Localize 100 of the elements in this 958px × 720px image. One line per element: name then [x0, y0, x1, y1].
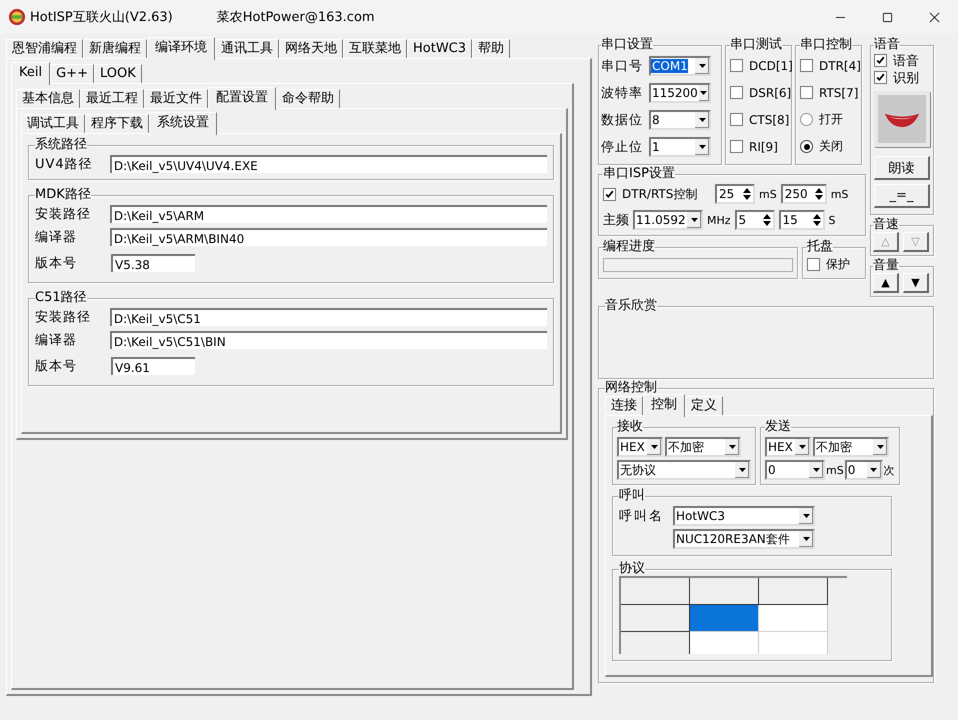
- checkbox[interactable]: RTS[7]: [800, 79, 859, 106]
- app-logo-icon: [8, 8, 26, 26]
- caret-icon: [728, 445, 736, 449]
- dropdown[interactable]: COM1: [649, 56, 711, 76]
- volume-button[interactable]: ▲: [873, 273, 899, 293]
- checkbox[interactable]: RI[9]: [730, 133, 789, 160]
- checkbox[interactable]: DTR[4]: [800, 52, 859, 79]
- dropdown[interactable]: HEX: [617, 437, 663, 457]
- group-title: 系统路径: [35, 138, 87, 152]
- caret-icon: [802, 537, 810, 541]
- dropdown[interactable]: 0: [765, 460, 825, 480]
- group-title: 网络控制: [605, 381, 657, 395]
- tab[interactable]: Keil: [11, 62, 50, 85]
- checkbox[interactable]: 识别: [874, 69, 930, 86]
- tab[interactable]: 连接: [605, 396, 643, 415]
- field-label: 数据位: [601, 112, 644, 128]
- tab[interactable]: 定义: [685, 396, 723, 415]
- spin-arrows-icon: [762, 214, 771, 226]
- caret-icon: [650, 445, 658, 449]
- tab[interactable]: 控制: [643, 394, 685, 417]
- dropdown[interactable]: 8: [649, 110, 711, 130]
- dropdown[interactable]: 11.0592: [633, 210, 703, 230]
- picture-button[interactable]: [874, 91, 930, 147]
- field-label: 主频: [603, 212, 629, 229]
- dropdown[interactable]: HotWC3: [673, 506, 815, 526]
- unit-label: 次: [884, 462, 895, 478]
- caret-icon: [698, 144, 706, 148]
- radio-button[interactable]: 打开: [800, 106, 859, 133]
- group-title: 音量: [873, 259, 899, 273]
- tab[interactable]: 编译环境: [147, 37, 215, 60]
- group-title: 协议: [619, 562, 645, 576]
- dropdown[interactable]: 不加密: [813, 437, 889, 457]
- path-field[interactable]: D:\Keil_v5\C51: [110, 308, 547, 326]
- checkbox[interactable]: CTS[8]: [730, 106, 789, 133]
- group-title: 呼叫: [619, 489, 645, 503]
- checkbox[interactable]: DSR[6]: [730, 79, 789, 106]
- field-label: 波特率: [601, 84, 644, 102]
- checkbox[interactable]: 保护: [807, 254, 861, 274]
- path-field[interactable]: D:\Keil_v5\ARM\BIN40: [110, 228, 547, 246]
- voice-button[interactable]: 朗读: [874, 156, 930, 180]
- group-title: 串口设置: [601, 38, 653, 52]
- window-subtitle: 菜农HotPower@163.com: [216, 9, 375, 26]
- check-icon: [875, 55, 886, 66]
- tab[interactable]: 新唐编程: [83, 39, 147, 58]
- path-field[interactable]: D:\Keil_v5\C51\BIN: [110, 330, 547, 348]
- caret-icon: [698, 64, 706, 68]
- unit-label: mS: [826, 464, 844, 476]
- spin-box[interactable]: 250: [780, 184, 827, 204]
- tab[interactable]: 最近工程: [80, 89, 144, 108]
- tab[interactable]: 通讯工具: [215, 39, 279, 58]
- spin-box[interactable]: 25: [715, 184, 755, 204]
- tab[interactable]: HotWC3: [407, 39, 472, 58]
- field-label: 呼叫名: [619, 508, 665, 525]
- tab[interactable]: 最近文件: [144, 89, 208, 108]
- dropdown[interactable]: 0: [844, 460, 883, 480]
- tab[interactable]: 程序下载: [85, 114, 149, 133]
- checkbox[interactable]: 语音: [874, 52, 930, 69]
- dropdown[interactable]: HEX: [765, 437, 811, 457]
- caret-icon: [802, 514, 810, 518]
- caret-icon: [812, 468, 820, 472]
- field-label: 安装路径: [35, 206, 92, 222]
- dropdown[interactable]: 无协议: [617, 460, 751, 480]
- field-label: 版本号: [35, 255, 78, 272]
- tab[interactable]: LOOK: [94, 64, 142, 83]
- tab[interactable]: 网络天地: [279, 39, 343, 58]
- dropdown[interactable]: 115200: [649, 82, 711, 102]
- group-title: 音速: [873, 218, 899, 232]
- field-label: 安装路径: [35, 308, 92, 326]
- field-label: UV4路径: [35, 156, 94, 172]
- path-field[interactable]: D:\Keil_v5\UV4\UV4.EXE: [110, 154, 547, 172]
- tab[interactable]: 互联菜地: [343, 39, 407, 58]
- caret-icon: [876, 445, 884, 449]
- field-label: 串口号: [601, 58, 644, 74]
- tab[interactable]: 基本信息: [16, 89, 80, 108]
- tab[interactable]: 配置设置: [208, 87, 276, 110]
- tab[interactable]: 调试工具: [21, 114, 85, 133]
- tab[interactable]: 恩智浦编程: [6, 39, 83, 58]
- grid-cell[interactable]: [759, 578, 828, 605]
- grid-cell[interactable]: [690, 578, 759, 605]
- grid-cell[interactable]: [621, 605, 690, 632]
- grid-cell[interactable]: [621, 578, 690, 605]
- tab[interactable]: 命令帮助: [276, 89, 340, 108]
- dropdown[interactable]: NUC120RE3AN套件: [673, 529, 815, 549]
- group-title: 编程进度: [603, 240, 655, 254]
- spin-box[interactable]: 5: [734, 210, 775, 230]
- check-icon: [875, 72, 886, 83]
- tab[interactable]: G++: [50, 64, 94, 83]
- tab[interactable]: 帮助: [472, 39, 510, 58]
- checkbox[interactable]: DTR/RTS控制: [603, 184, 711, 204]
- version-field[interactable]: V9.61: [111, 357, 195, 375]
- version-field[interactable]: V5.38: [111, 254, 195, 272]
- dropdown[interactable]: 1: [649, 136, 711, 156]
- volume-button[interactable]: ▼: [903, 273, 929, 293]
- dropdown[interactable]: 不加密: [665, 437, 741, 457]
- voice-button[interactable]: _=_: [874, 184, 930, 208]
- path-field[interactable]: D:\Keil_v5\ARM: [110, 204, 547, 222]
- tab[interactable]: 系统设置: [149, 112, 217, 135]
- radio-button[interactable]: 关闭: [800, 133, 859, 160]
- check-icon: [604, 188, 615, 200]
- spin-box[interactable]: 15: [778, 210, 825, 230]
